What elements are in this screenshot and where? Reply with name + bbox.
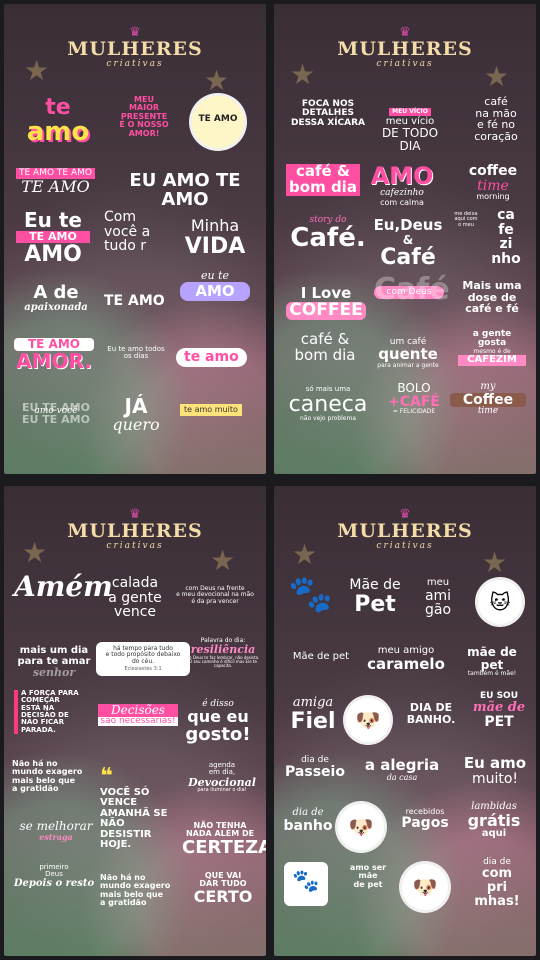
sticker-cafe-na-mao[interactable]: café na mão e fé no coração	[466, 96, 526, 142]
cat-face-sticker[interactable]: 🐱	[478, 580, 522, 624]
sticker-a-forca-para-comecar[interactable]: A FORÇA PARA COMEÇAR ESTÁ NA DECISÃO DE …	[14, 689, 97, 735]
sticker-mais-um-dia[interactable]: mais um dia para te amar senhor	[12, 645, 96, 679]
sticker-mais-uma-dose[interactable]: Mais uma dose de café e fé	[454, 280, 530, 315]
sticker-se-melhorar-estraga[interactable]: se melhorar estraga	[14, 820, 98, 841]
sticker-eu-te-amo-todos-os-dias[interactable]: Eu te amo todos os dias	[98, 345, 174, 361]
sticker-meu-vicio[interactable]: MEU VÍCIO meu vício DE TODO DIA	[370, 100, 450, 152]
template-panel-love[interactable]: ★ ★ ♛ MULHERES criativas te amo MEU MAIO…	[4, 4, 266, 474]
sticker-dia-de-banho[interactable]: DIA DE BANHO.	[398, 702, 464, 725]
brand-subtitle: criativas	[376, 541, 434, 551]
sticker-story-cafe[interactable]: story do Café.	[288, 215, 368, 253]
brand-logo: ♛ MULHERES criativas	[4, 508, 266, 551]
sticker-a-de-apaixonada[interactable]: A de apaixonada	[16, 283, 96, 313]
sticker-so-mais-uma-caneca[interactable]: só mais uma caneca não vejo problema	[286, 385, 370, 423]
dog-icon: 🐶	[348, 815, 374, 839]
brand-name: MULHERES	[67, 520, 203, 542]
sticker-eu-sou-mae-de-pet[interactable]: EU SOU mãe de PET	[468, 691, 530, 730]
sticker-lambidas-gratis[interactable]: lambidas grátis aqui	[458, 801, 530, 840]
sticker-palavra-do-dia[interactable]: Palavra do dia: resiliência Se Deus te f…	[186, 637, 260, 668]
sticker-dia-de-banho-2[interactable]: dia de banho	[280, 807, 336, 833]
brand-name: MULHERES	[337, 38, 473, 60]
sticker-meu-amigo-caramelo[interactable]: meu amigo caramelo	[366, 645, 446, 672]
sticker-minha-vida[interactable]: Minha VIDA	[180, 217, 250, 258]
sticker-mae-de-pet[interactable]: Mãe de Pet	[344, 578, 406, 616]
dog-face-sticker[interactable]: 🐶	[346, 698, 390, 742]
brand-subtitle: criativas	[376, 59, 434, 69]
sticker-recebidos-pagos[interactable]: recebidos Pagos	[392, 807, 458, 831]
sticker-te-amo-muito[interactable]: te amo muito	[180, 404, 242, 417]
brand-subtitle: criativas	[106, 59, 164, 69]
sticker-decisoes[interactable]: Decisões são necessárias!	[98, 704, 178, 727]
brand-logo: ♛ MULHERES criativas	[274, 26, 536, 69]
sticker-amem[interactable]: Amém	[14, 572, 113, 602]
sticker-amiga-fiel[interactable]: amiga Fiel	[282, 696, 344, 733]
sticker-mae-de-pet-tambem[interactable]: mãe de pet também é mãe!	[454, 646, 530, 677]
sticker-com-deus-na-frente[interactable]: com Deus na frente e meu devocional na m…	[172, 585, 258, 605]
brand-logo: ♛ MULHERES criativas	[274, 508, 536, 551]
brand-subtitle: criativas	[106, 541, 164, 551]
sticker-com-voce-tudo[interactable]: Com você a tudo r	[104, 210, 168, 254]
sticker-eu-te-amo-bubbles[interactable]: eu te AMO	[180, 270, 250, 302]
sticker-nao-ha-no-mundo-2[interactable]: Não há no mundo exagero mais belo que a …	[100, 873, 180, 908]
brand-name: MULHERES	[337, 520, 473, 542]
paw-box-sticker[interactable]: 🐾	[284, 862, 328, 906]
sticker-meu-maior-presente[interactable]: MEU MAIOR PRESENTE É O NOSSO AMOR!	[108, 95, 180, 138]
sticker-meu-amigao[interactable]: meu ami gão	[410, 577, 466, 618]
dog-face-sticker-3[interactable]: 🐶	[402, 864, 448, 910]
brand-name: MULHERES	[67, 38, 203, 60]
template-panel-pets[interactable]: ★ ★ ♛ MULHERES criativas 🐾 Mãe de Pet me…	[274, 486, 536, 956]
sticker-coffee-time[interactable]: coffee time morning	[460, 164, 526, 202]
sticker-foca-nos-detalhes[interactable]: FOCA NOS DETALHES DESSA XÍCARA	[290, 99, 366, 128]
sticker-ja-quero[interactable]: JÁ quero	[108, 396, 164, 434]
sticker-te-amo-te-amo[interactable]: TE AMO TE AMO TE AMO	[16, 168, 95, 196]
sticker-bolo-cafe[interactable]: BOLO +CAFÉ = FELICIDADE	[386, 382, 442, 416]
sticker-eu-te-amo-block[interactable]: EU TE AMO EU TE AMO amo você	[16, 402, 96, 425]
sticker-a-alegria-da-casa[interactable]: a alegria da casa	[354, 757, 450, 782]
sticker-dia-de-comprinhas[interactable]: dia de com pri mhas!	[464, 857, 530, 908]
sticker-que-vai-dar-tudo-certo[interactable]: QUE VAI DAR TUDO CERTO	[188, 871, 258, 906]
sticker-eu-deus-cafe[interactable]: Eu,Deus & Café	[370, 217, 446, 269]
sticker-te-amo-bold[interactable]: TE AMO	[104, 294, 165, 309]
sticker-amo-ser-mae-de-pet[interactable]: amo ser mãe de pet	[338, 863, 398, 889]
sticker-amo-cafezinho[interactable]: AMO cafezinho com calma	[366, 163, 438, 207]
template-panel-faith[interactable]: ★ ★ ♛ MULHERES criativas Amém calada a g…	[4, 486, 266, 956]
sticker-eu-amo-muito[interactable]: Eu amo muito!	[460, 755, 530, 786]
sticker-eu-amo-te-amo[interactable]: EU AMO TE AMO	[104, 171, 266, 210]
dog-icon: 🐶	[412, 875, 438, 899]
sticker-ha-tempo-para-tudo[interactable]: há tempo para tudo e todo propósito deba…	[96, 642, 190, 677]
dog-icon: 🐶	[355, 708, 381, 732]
sticker-te-amo-circle[interactable]: TE AMO	[192, 96, 244, 148]
sticker-nao-tenha-certeza[interactable]: NÃO TENHA NADA ALÉM DE CERTEZA	[182, 821, 266, 858]
cat-icon: 🐱	[489, 590, 511, 614]
sticker-cafe-bom-dia-2[interactable]: café & bom dia	[290, 331, 360, 364]
quote-icon: ❝	[100, 763, 113, 789]
sticker-me-deixa[interactable]: me deixa aqui com o meu	[454, 211, 478, 228]
paw-icon[interactable]: 🐾	[288, 576, 333, 614]
sticker-cafezinho-vertical[interactable]: ca fe zi nho	[486, 208, 526, 267]
sticker-a-gente-gosta[interactable]: a gente gosta mesmo é de CAFEZIM	[458, 329, 526, 366]
brand-logo: ♛ MULHERES criativas	[4, 26, 266, 69]
sticker-primeiro-deus[interactable]: primeiro Deus Depois o resto	[12, 863, 96, 889]
sticker-calada-a-gente-vence[interactable]: calada a gente vence	[100, 576, 170, 620]
sticker-e-disso-que-eu-gosto[interactable]: é disso que eu gosto!	[180, 699, 256, 745]
sticker-voce-so-vence[interactable]: ❝ VOCÊ SÓ VENCE AMANHÃ SE NÃO DESISTIR H…	[100, 754, 180, 861]
sticker-um-cafe-quente[interactable]: um café quente para animar a gente	[370, 337, 446, 369]
sticker-i-love-coffee[interactable]: I Love COFFEE	[286, 285, 366, 320]
dog-face-sticker-2[interactable]: 🐶	[338, 804, 384, 850]
sticker-nao-ha-no-mundo[interactable]: Não há no mundo exagero mais belo que a …	[12, 759, 92, 794]
sticker-eu-te-amo[interactable]: Eu te TE AMO AMO	[16, 210, 90, 266]
sticker-cafe-bom-dia[interactable]: café & bom dia	[286, 163, 360, 196]
template-panel-coffee[interactable]: ★ ★ ♛ MULHERES criativas FOCA NOS DETALH…	[274, 4, 536, 474]
sticker-te-amo[interactable]: te amo	[18, 96, 98, 146]
sticker-mae-de-pet-small[interactable]: Mãe de pet	[286, 651, 356, 663]
sticker-agenda-devocional[interactable]: agenda em dia, Devocional para iluminar …	[186, 761, 258, 793]
sticker-te-amo-pink[interactable]: te amo	[176, 348, 247, 367]
sticker-te-amo-amor[interactable]: TE AMO AMOR.	[14, 338, 94, 372]
paw-icon: 🐾	[292, 869, 320, 894]
sticker-my-coffee-time[interactable]: my Coffee time	[450, 381, 526, 417]
sticker-cafe-com-deus[interactable]: Café com Deus	[374, 274, 450, 305]
sticker-dia-de-passeio[interactable]: dia de Passeio	[282, 755, 348, 780]
